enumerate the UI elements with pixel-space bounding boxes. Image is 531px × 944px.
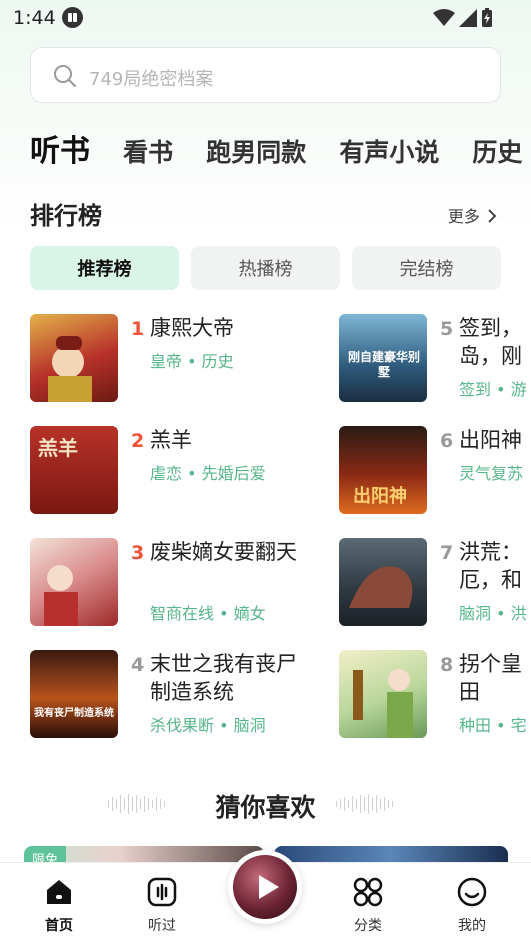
home-icon [47, 880, 71, 904]
book-item[interactable]: 8 拐个皇田 种田 • 宅 [339, 650, 531, 740]
book-item[interactable]: 羔羊 2 羔羊 虐恋 • 先婚后爱 [30, 426, 270, 516]
book-item[interactable]: 我有丧尸制造系统 4 末世之我有丧尸制造系统 杀伐果断 • 脑洞 [30, 650, 297, 740]
book-item[interactable]: 刚自建豪华别墅 5 签到，岛，刚 签到 • 游 [339, 314, 531, 404]
rank-number: 5 [440, 318, 454, 340]
book-item[interactable]: 出阳神 6 出阳神 灵气复苏 [339, 426, 531, 516]
play-icon [259, 875, 279, 899]
nav-category[interactable]: 分类 [333, 877, 403, 935]
more-label: 更多 [447, 207, 480, 226]
tab-listen[interactable]: 听书 [30, 126, 90, 170]
signal-icon [459, 9, 477, 27]
book-title: 洪荒：厄，和 [459, 540, 522, 592]
app-notification-icon [62, 7, 83, 28]
book-tags: 种田 • 宅 [459, 716, 527, 735]
cover-title: 出阳神 [353, 486, 407, 507]
cover-title: 刚自建豪华别墅 [347, 350, 420, 379]
book-cover: 羔羊 [30, 426, 118, 514]
tab-running-man[interactable]: 跑男同款 [206, 133, 306, 169]
book-tags: 智商在线 • 嫡女 [150, 604, 266, 623]
search-input[interactable]: 749局绝密档案 [30, 47, 501, 103]
book-cover: 我有丧尸制造系统 [30, 650, 118, 738]
book-title: 出阳神 [459, 428, 522, 452]
nav-listened-label: 听过 [148, 918, 176, 934]
book-tags: 脑洞 • 洪 [459, 604, 527, 623]
tab-read[interactable]: 看书 [123, 133, 173, 169]
book-title: 羔羊 [150, 428, 192, 452]
book-item[interactable]: 7 洪荒：厄，和 脑洞 • 洪 [339, 538, 531, 628]
book-tags: 杀伐果断 • 脑洞 [150, 716, 266, 735]
book-cover [30, 538, 118, 626]
book-title: 拐个皇田 [459, 652, 522, 704]
rank-tab-recommended[interactable]: 推荐榜 [30, 246, 179, 290]
rank-tab-completed[interactable]: 完结榜 [352, 246, 501, 290]
book-cover: 刚自建豪华别墅 [339, 314, 427, 402]
tab-history[interactable]: 历史 [472, 133, 522, 169]
nav-profile[interactable]: 我的 [437, 877, 507, 935]
book-cover [339, 650, 427, 738]
book-title: 末世之我有丧尸制造系统 [150, 652, 297, 704]
nav-listened[interactable]: 听过 [127, 877, 197, 935]
battery-icon [482, 8, 492, 27]
book-cover: 出阳神 [339, 426, 427, 514]
nav-home[interactable]: 首页 [24, 877, 94, 935]
sound-wave-icon [336, 794, 393, 814]
ranking-tabs: 推荐榜 热播榜 完结榜 [30, 246, 501, 290]
wifi-icon [433, 9, 455, 26]
book-cover [30, 314, 118, 402]
category-tabs: 听书 看书 跑男同款 有声小说 历史 [30, 126, 531, 170]
rank-tab-hot[interactable]: 热播榜 [191, 246, 340, 290]
player-cover [233, 855, 297, 919]
status-bar: 1:44 [0, 0, 531, 36]
rank-number: 8 [440, 654, 454, 676]
rank-number: 4 [131, 654, 145, 676]
history-audio-icon [147, 877, 177, 907]
mini-player-button[interactable] [228, 850, 302, 924]
cover-title: 我有丧尸制造系统 [34, 708, 114, 719]
tab-audio-novel[interactable]: 有声小说 [339, 133, 439, 169]
search-placeholder: 749局绝密档案 [89, 69, 214, 90]
book-tags: 虐恋 • 先婚后爱 [150, 464, 266, 483]
book-tags: 签到 • 游 [459, 380, 527, 399]
profile-icon [457, 877, 487, 907]
guess-title: 猜你喜欢 [215, 793, 316, 822]
rank-number: 2 [131, 430, 145, 452]
book-cover [339, 538, 427, 626]
book-title: 废柴嫡女要翻天 [150, 540, 297, 564]
chevron-right-icon [488, 209, 497, 223]
book-tags: 灵气复苏 [459, 464, 524, 483]
nav-profile-label: 我的 [458, 918, 486, 934]
ranking-more-link[interactable]: 更多 [448, 203, 497, 227]
rank-number: 6 [440, 430, 454, 452]
category-icon [353, 877, 383, 907]
cover-title: 羔羊 [38, 436, 78, 460]
rank-number: 1 [131, 318, 145, 340]
ranking-title: 排行榜 [30, 202, 102, 230]
rank-number: 3 [131, 542, 145, 564]
search-icon [54, 65, 76, 87]
book-tags: 皇帝 • 历史 [150, 352, 234, 371]
nav-category-label: 分类 [354, 918, 382, 934]
book-title: 康熙大帝 [150, 316, 234, 340]
book-title: 签到，岛，刚 [459, 316, 522, 368]
nav-home-label: 首页 [45, 918, 73, 934]
book-item[interactable]: 1 康熙大帝 皇帝 • 历史 [30, 314, 270, 404]
rank-number: 7 [440, 542, 454, 564]
status-time: 1:44 [13, 7, 56, 29]
book-item[interactable]: 3 废柴嫡女要翻天 智商在线 • 嫡女 [30, 538, 297, 628]
status-icons [433, 8, 493, 28]
